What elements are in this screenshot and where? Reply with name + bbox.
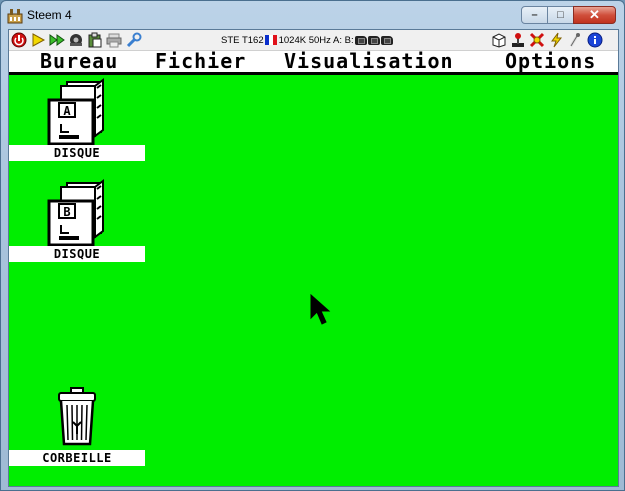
machine-label: STE T162 [221,34,264,46]
shortcuts-icon[interactable] [548,32,564,48]
menu-options[interactable]: Options [505,51,596,72]
hard-disk-icon [380,35,393,45]
mouse-pointer-icon [310,294,331,325]
drive-b-label: DISQUE [9,246,145,262]
minimize-button[interactable]: – [521,6,548,24]
drive-a-desktop-icon[interactable]: A DISQUE [9,78,149,164]
play-icon[interactable] [30,32,46,48]
paste-icon[interactable] [87,32,103,48]
drive-a-label: DISQUE [9,145,145,161]
trash-label: CORBEILLE [9,450,145,466]
info-icon[interactable] [587,32,603,48]
wrench-icon[interactable] [126,32,142,48]
drive-a-icon[interactable]: A [45,78,109,146]
drive-b-disk-icon [367,35,380,45]
window-title: Steem 4 [27,8,72,22]
options-icon[interactable] [567,32,583,48]
atari-st-screen[interactable]: Bureau Fichier Visualisation Options A D… [9,51,618,486]
drive-a-letter: A [63,104,71,118]
memory-snapshot-icon[interactable] [68,32,84,48]
menu-visualisation[interactable]: Visualisation [284,51,454,72]
memory-frequency-label: 1024K 50Hz A: B: [278,34,354,46]
drive-a-disk-icon [354,35,367,45]
disk-manager-icon[interactable] [491,32,507,48]
printer-icon[interactable] [106,32,122,48]
trash-icon[interactable] [55,386,99,448]
close-button[interactable]: ✕ [573,6,616,24]
maximize-button[interactable]: □ [547,6,574,24]
patches-icon[interactable] [529,32,545,48]
gem-menu-bar: Bureau Fichier Visualisation Options [9,51,618,75]
status-readout: STE T162 1024K 50Hz A: B: [221,33,393,47]
emulator-window: Steem 4 – □ ✕ STE T162 1024K 50Hz A: B: [0,0,625,491]
trash-desktop-icon[interactable]: CORBEILLE [9,386,149,466]
fast-forward-icon[interactable] [49,32,65,48]
drive-b-letter: B [63,205,70,219]
power-icon[interactable] [11,32,27,48]
menu-bureau[interactable]: Bureau [40,51,118,72]
drive-b-icon[interactable]: B [45,179,109,247]
steem-app-icon[interactable] [7,8,23,24]
drive-b-desktop-icon[interactable]: B DISQUE [9,179,149,265]
joystick-icon[interactable] [510,32,526,48]
emulator-toolbar: STE T162 1024K 50Hz A: B: [9,30,618,51]
emulator-client-area: STE T162 1024K 50Hz A: B: Bureau Fichier… [8,29,619,487]
title-bar[interactable]: Steem 4 – □ ✕ [1,1,624,29]
menu-fichier[interactable]: Fichier [155,51,246,72]
french-flag-icon [264,35,277,45]
